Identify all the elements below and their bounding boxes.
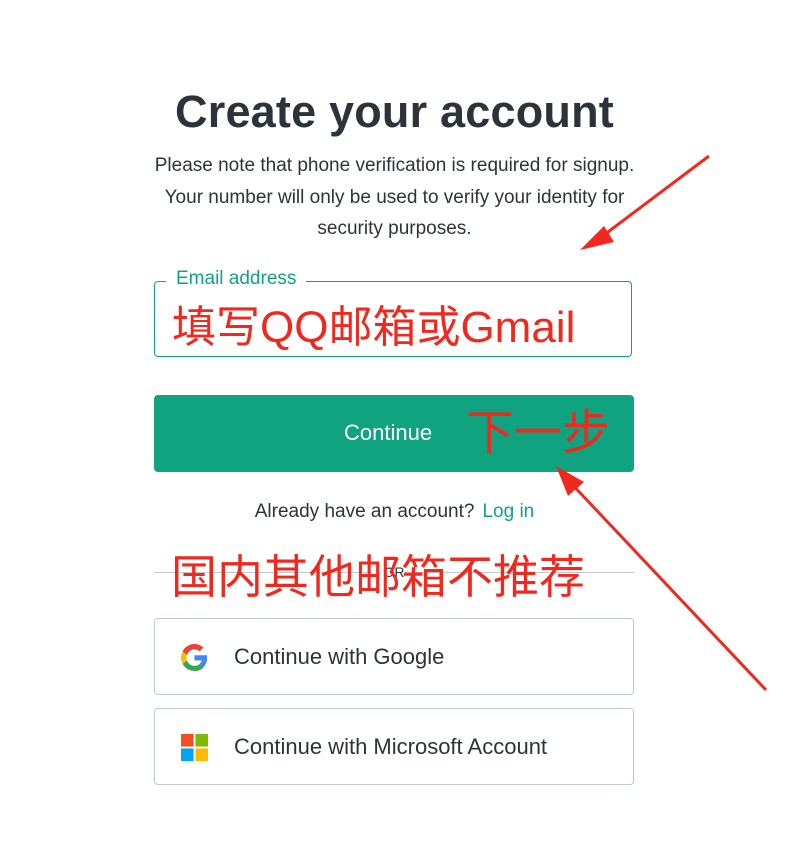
page-subtitle: Please note that phone verification is r… xyxy=(154,155,635,239)
login-prompt-row: Already have an account? Log in xyxy=(0,499,789,525)
annotation-other-email: 国内其他邮箱不推荐 xyxy=(171,550,585,604)
email-field[interactable] xyxy=(172,300,624,356)
microsoft-icon xyxy=(181,734,208,761)
login-link[interactable]: Log in xyxy=(482,501,534,522)
google-icon xyxy=(181,644,208,671)
continue-button-label: Continue xyxy=(344,420,433,445)
annotation-next-step: 下一步 xyxy=(466,405,611,461)
microsoft-button-label: Continue with Microsoft Account xyxy=(234,734,548,759)
email-field-label: Email address xyxy=(166,266,307,292)
signup-page: Create your account Please note that pho… xyxy=(0,0,807,862)
page-title: Create your account xyxy=(175,86,614,137)
google-button-label: Continue with Google xyxy=(234,644,445,669)
continue-with-google-button[interactable]: Continue with Google xyxy=(154,618,634,695)
continue-with-microsoft-button[interactable]: Continue with Microsoft Account xyxy=(154,708,634,785)
login-prompt-text: Already have an account? xyxy=(254,501,475,522)
